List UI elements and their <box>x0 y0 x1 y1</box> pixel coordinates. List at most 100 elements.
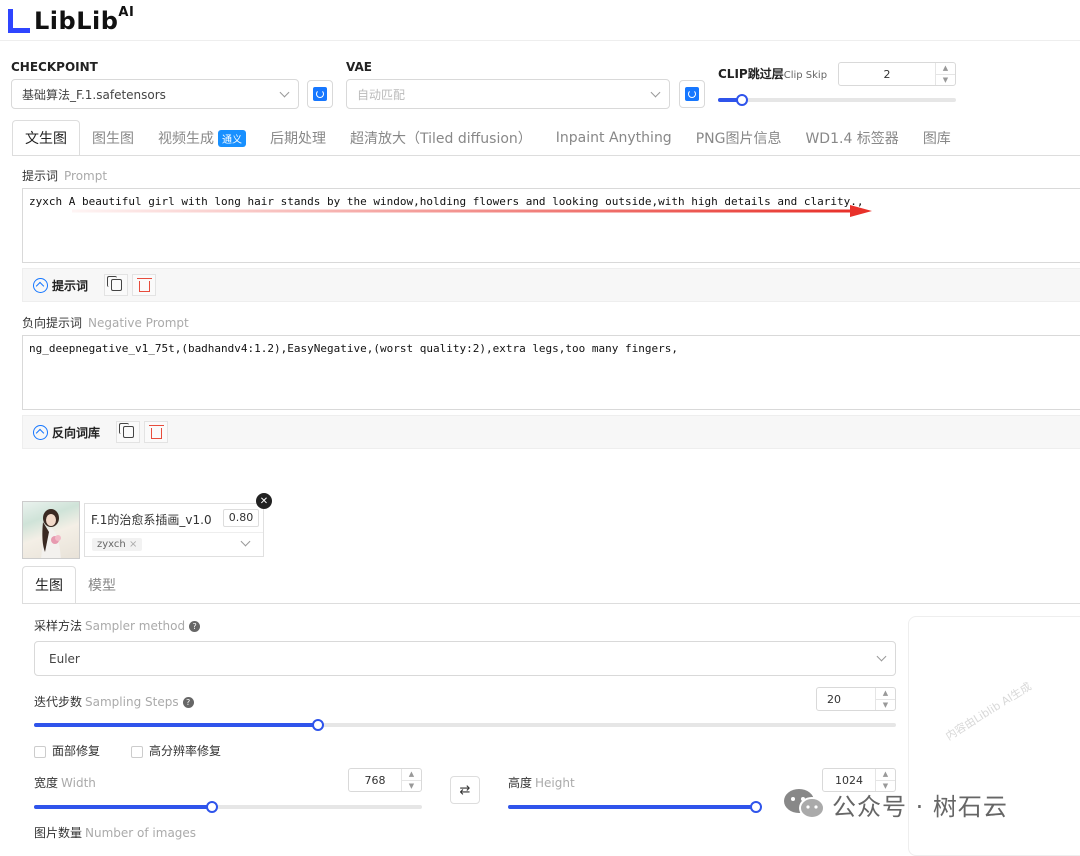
hires-fix-checkbox[interactable]: 高分辨率修复 <box>131 742 221 759</box>
vae-label: VAE <box>346 60 372 74</box>
header-divider <box>0 40 1080 41</box>
logo-mark-icon <box>8 9 30 33</box>
height-label: 高度 Height <box>508 776 575 790</box>
stepper-down-icon[interactable]: ▼ <box>402 781 421 792</box>
slider-handle[interactable] <box>749 801 762 813</box>
lora-name: F.1的治愈系插画_v1.0 <box>91 513 212 527</box>
steps-stepper[interactable]: 20 ▲ ▼ <box>816 687 896 711</box>
tab-gallery[interactable]: 图库 <box>911 120 963 156</box>
stepper-down-icon[interactable]: ▼ <box>876 700 895 711</box>
vae-select[interactable]: 自动匹配 <box>346 79 670 109</box>
copy-prompt-button[interactable] <box>104 274 129 296</box>
tab-video[interactable]: 视频生成 通义 <box>146 120 258 156</box>
checkpoint-select[interactable]: 基础算法_F.1.safetensors <box>11 79 299 109</box>
width-label: 宽度 Width <box>34 776 96 790</box>
negative-library-toggle[interactable]: 反向词库 <box>52 424 100 441</box>
refresh-icon <box>685 87 699 101</box>
height-slider[interactable] <box>508 801 762 813</box>
checkpoint-label: CHECKPOINT <box>11 60 98 74</box>
tab-img2img[interactable]: 图生图 <box>80 120 146 156</box>
trash-icon <box>136 278 152 292</box>
tab-inpaint-anything[interactable]: Inpaint Anything <box>544 120 684 156</box>
batch-count-label: 图片数量 Number of images <box>34 826 197 840</box>
checkbox-icon <box>34 745 46 758</box>
steps-label: 迭代步数 Sampling Steps? <box>34 693 194 710</box>
prompt-toolbar: 提示词 <box>22 268 1080 302</box>
negative-toolbar: 反向词库 <box>22 415 1080 449</box>
refresh-icon <box>313 87 327 101</box>
lora-trigger-select[interactable]: zyxch × <box>85 532 263 557</box>
lora-weight-input[interactable]: 0.80 <box>223 509 259 527</box>
stepper-down-icon[interactable]: ▼ <box>936 75 955 86</box>
checkbox-icon <box>131 745 143 758</box>
copy-negative-button[interactable] <box>116 421 141 443</box>
clip-skip-slider[interactable] <box>718 94 956 106</box>
vae-refresh-button[interactable] <box>679 80 705 108</box>
chevron-down-icon <box>876 651 887 662</box>
prompt-library-toggle[interactable]: 提示词 <box>52 277 88 294</box>
tab-divider <box>12 155 1080 156</box>
subtab-generate[interactable]: 生图 <box>22 566 76 604</box>
sampler-value: Euler <box>49 651 80 666</box>
trash-icon <box>148 425 164 439</box>
lora-preview-image <box>41 509 61 558</box>
chevron-down-icon <box>650 87 661 97</box>
remove-tag-icon[interactable]: × <box>129 539 137 550</box>
sampler-select[interactable]: Euler <box>34 641 896 676</box>
subtab-model[interactable]: 模型 <box>76 566 128 604</box>
clear-negative-button[interactable] <box>144 421 169 443</box>
tab-wd14-tagger[interactable]: WD1.4 标签器 <box>793 120 910 156</box>
steps-slider[interactable] <box>34 719 896 731</box>
clear-prompt-button[interactable] <box>132 274 157 296</box>
tab-txt2img[interactable]: 文生图 <box>12 120 80 156</box>
ai-watermark: 内容由Liblib AI生成 <box>943 679 1034 744</box>
chevron-down-icon <box>279 87 290 97</box>
wechat-overlay: 公众号 · 树石云 <box>782 786 1008 822</box>
slider-handle[interactable] <box>735 94 748 106</box>
stepper-up-icon[interactable]: ▲ <box>876 688 895 700</box>
slider-fill <box>34 805 213 809</box>
width-slider[interactable] <box>34 801 422 813</box>
remove-lora-icon[interactable]: ✕ <box>256 493 272 509</box>
help-icon[interactable]: ? <box>182 697 194 708</box>
generation-subtabs: 生图 模型 <box>22 566 128 604</box>
slider-fill <box>34 723 319 727</box>
tab-tiled-diffusion[interactable]: 超清放大（Tiled diffusion） <box>338 120 544 156</box>
prompt-textarea[interactable]: zyxch A beautiful girl with long hair st… <box>22 188 1080 263</box>
lora-thumbnail[interactable] <box>22 501 80 559</box>
stepper-up-icon[interactable]: ▲ <box>936 63 955 75</box>
swap-icon: ⇄ <box>459 782 471 798</box>
clip-skip-stepper[interactable]: 2 ▲ ▼ <box>838 62 956 86</box>
slider-handle[interactable] <box>206 801 219 813</box>
trigger-tag: zyxch × <box>92 538 143 551</box>
collapse-up-icon[interactable] <box>33 277 48 293</box>
prompt-label: 提示词 Prompt <box>22 169 108 183</box>
help-icon[interactable]: ? <box>189 621 201 632</box>
tab-postprocess[interactable]: 后期处理 <box>258 120 338 156</box>
logo-text: LibLibAI <box>34 5 135 35</box>
clip-skip-label: CLIP跳过层Clip Skip <box>718 67 828 81</box>
slider-handle[interactable] <box>312 719 325 731</box>
collapse-up-icon[interactable] <box>33 424 48 440</box>
sampler-label: 采样方法 Sampler method? <box>34 617 201 634</box>
width-stepper[interactable]: 768 ▲ ▼ <box>348 768 422 792</box>
wechat-icon <box>784 789 825 819</box>
liblib-logo[interactable]: LibLibAI <box>8 5 135 36</box>
subtab-divider <box>22 603 1080 604</box>
face-fix-checkbox[interactable]: 面部修复 <box>34 742 100 759</box>
copy-icon <box>118 423 134 438</box>
stepper-up-icon[interactable]: ▲ <box>876 769 895 781</box>
vae-value: 自动匹配 <box>357 87 406 102</box>
lora-card: F.1的治愈系插画_v1.0 0.80 zyxch × <box>84 503 264 557</box>
negative-prompt-label: 负向提示词 Negative Prompt <box>22 316 189 330</box>
tab-png-info[interactable]: PNG图片信息 <box>684 120 794 156</box>
negative-prompt-textarea[interactable]: ng_deepnegative_v1_75t,(badhandv4:1.2),E… <box>22 335 1080 410</box>
annotation-arrow <box>72 205 872 217</box>
swap-dimensions-button[interactable]: ⇄ <box>450 776 480 804</box>
wechat-account-text: 公众号 · 树石云 <box>832 792 1008 821</box>
chevron-down-icon <box>240 536 251 547</box>
checkpoint-refresh-button[interactable] <box>307 80 333 108</box>
slider-fill <box>508 805 756 809</box>
stepper-up-icon[interactable]: ▲ <box>402 769 421 781</box>
main-tabs: 文生图 图生图 视频生成 通义 后期处理 超清放大（Tiled diffusion… <box>12 120 963 156</box>
